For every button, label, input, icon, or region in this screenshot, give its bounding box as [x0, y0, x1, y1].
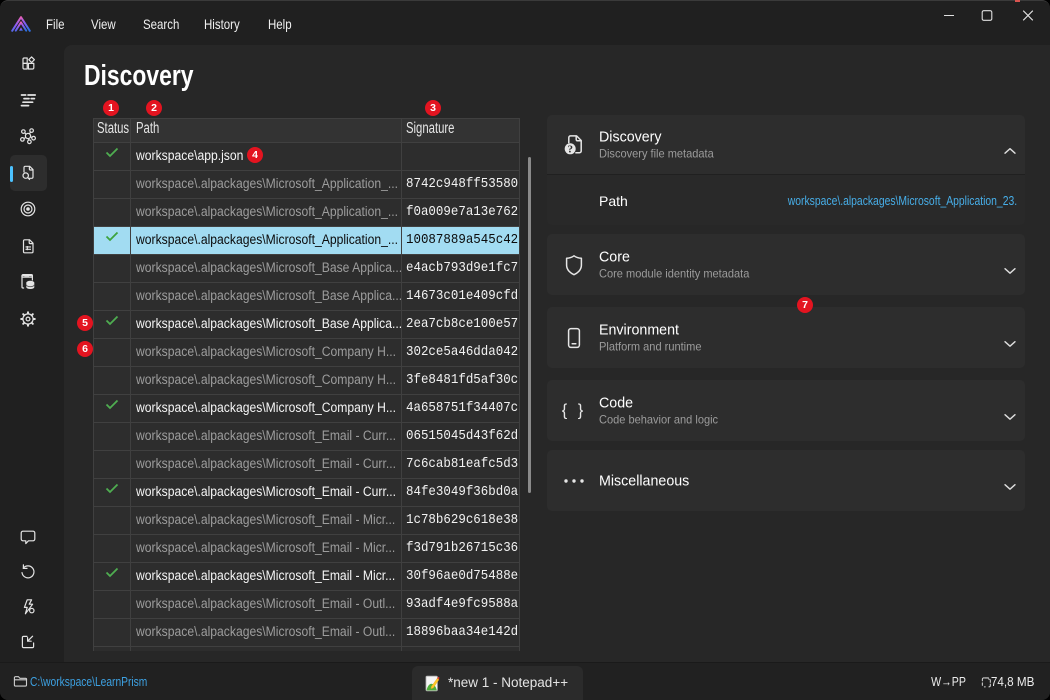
svg-text:?: ?	[567, 143, 573, 155]
